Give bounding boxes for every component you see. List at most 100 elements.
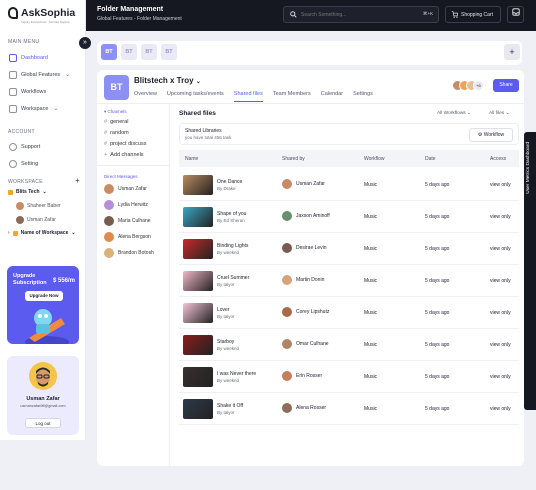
- search-box[interactable]: ⌘+K: [283, 6, 439, 23]
- song-title: One Dance: [217, 179, 243, 185]
- tab-settings[interactable]: Settings: [353, 91, 373, 102]
- app-name: AskSophia: [21, 7, 76, 19]
- channel-item[interactable]: # general: [104, 119, 128, 125]
- sidebar-item-workspace[interactable]: Workspace ⌄: [7, 102, 83, 115]
- tab-shared-files[interactable]: Shared files: [233, 91, 263, 102]
- workspace-member[interactable]: Shaheer Baber: [16, 202, 61, 210]
- shared-by-name: Jaxson Aminoff: [296, 213, 330, 219]
- sidebar-item-dashboard[interactable]: Dashboard: [7, 51, 83, 64]
- avatar: [282, 403, 292, 413]
- logo[interactable]: AskSophia Inquiry Everywhere. Just like …: [8, 7, 76, 24]
- hash-icon: #: [104, 119, 108, 125]
- workspace-tab[interactable]: BT: [121, 44, 137, 60]
- table-row[interactable]: Cruel Summer By talyor Martin Donin Music 5 …: [179, 265, 519, 297]
- rocket-illustration-icon: [25, 309, 69, 344]
- account-label: ACCOUNT: [8, 129, 35, 135]
- column-header[interactable]: Name: [185, 156, 198, 162]
- project-panel: BT Blitstech x Troy ⌄ Overview Upcoming …: [97, 70, 524, 466]
- song-title: Binding Lights: [217, 243, 249, 249]
- dm-name: Lydia Herwitz: [118, 202, 148, 208]
- project-tabs: Overview Upcoming tasks/events Shared fi…: [134, 91, 383, 102]
- workspace-tab[interactable]: BT: [161, 44, 177, 60]
- add-channels-button[interactable]: + Add channels: [104, 152, 144, 158]
- collapse-sidebar-button[interactable]: »: [79, 37, 91, 49]
- workflow-cell: Music: [364, 374, 378, 380]
- shopping-cart-button[interactable]: Shopping Cart: [445, 6, 501, 23]
- workflow-filter-select[interactable]: All Workflows ⌄: [437, 111, 471, 116]
- avatar: [104, 216, 114, 226]
- dm-item[interactable]: Lydia Herwitz: [104, 200, 148, 210]
- channel-item[interactable]: # random: [104, 130, 129, 136]
- table-row[interactable]: Binding Lights By weeknd Desirae Levin Musi…: [179, 233, 519, 265]
- date-cell: 5 days ago: [425, 374, 450, 380]
- avatar: [282, 371, 292, 381]
- sidebar-item-workflows[interactable]: Workflows: [7, 85, 83, 98]
- files-filter-select[interactable]: All files ⌄: [489, 111, 510, 116]
- add-tab-button[interactable]: +: [504, 44, 520, 60]
- dm-item[interactable]: Brandon Botosh: [104, 248, 154, 258]
- table-row[interactable]: Shake it Off By talyor Alena Rosser Music 5 …: [179, 393, 519, 425]
- home-icon: [9, 53, 17, 62]
- right-tab-label: User Metrics Dashboard: [526, 142, 531, 194]
- date-cell: 5 days ago: [425, 406, 450, 412]
- workflow-cell: Music: [364, 310, 378, 316]
- more-members-badge: +6: [473, 80, 484, 91]
- column-header[interactable]: Access: [490, 156, 506, 162]
- app-frame: AskSophia Inquiry Everywhere. Just like …: [0, 0, 536, 490]
- dm-item[interactable]: Alena Bergson: [104, 232, 151, 242]
- workspace-color-icon: [8, 189, 13, 195]
- tab-upcoming-tasks[interactable]: Upcoming tasks/events: [167, 91, 224, 102]
- add-workspace-icon[interactable]: +: [75, 176, 80, 185]
- flow-icon: [9, 87, 17, 96]
- table-row[interactable]: I was Never there By weeknd Erin Rosser Mus…: [179, 361, 519, 393]
- sidebar-item-setting[interactable]: Setting: [7, 157, 83, 170]
- column-header[interactable]: Date: [425, 156, 436, 162]
- member-name: Usman Zafar: [27, 217, 56, 223]
- hash-icon: #: [104, 141, 108, 147]
- avatar: [104, 232, 114, 242]
- gear-icon: [9, 159, 17, 168]
- song-artist: By weeknd: [217, 250, 240, 255]
- avatar: [104, 184, 114, 194]
- workspace-blits-tech[interactable]: Blits Tech ⌄: [8, 189, 47, 195]
- date-cell: 5 days ago: [425, 214, 450, 220]
- shared-libraries-box: Shared Libraries you have total 456 task…: [179, 123, 519, 145]
- song-artist: By weeknd: [217, 378, 240, 383]
- workspace-member[interactable]: Usman Zafar: [16, 216, 56, 224]
- tab-team-members[interactable]: Team Members: [273, 91, 311, 102]
- column-header[interactable]: Workflow: [364, 156, 384, 162]
- dm-item[interactable]: Usman Zafar: [104, 184, 147, 194]
- sidebar-item-support[interactable]: Support: [7, 140, 83, 153]
- table-header: Name Shared by Workflow Date Access: [179, 150, 519, 167]
- project-title[interactable]: Blitstech x Troy ⌄: [134, 76, 201, 85]
- sidebar-item-global-features[interactable]: Global Features ⌄: [7, 68, 83, 81]
- workflow-button[interactable]: ⚙ Workflow: [469, 128, 513, 142]
- workspace-label: Blits Tech: [16, 189, 40, 195]
- files-filter-value: All files: [489, 111, 505, 116]
- column-header[interactable]: Shared by: [282, 156, 305, 162]
- user-metrics-dashboard-tab[interactable]: User Metrics Dashboard: [524, 132, 536, 410]
- notifications-button[interactable]: [507, 6, 524, 23]
- table-row[interactable]: Shape of you By Ed Sheran Jaxson Aminoff Mu…: [179, 201, 519, 233]
- channels-header[interactable]: ▾ Channels: [104, 109, 127, 115]
- upgrade-now-button[interactable]: Upgrade Now: [25, 291, 63, 301]
- channel-item[interactable]: # project discuss: [104, 141, 146, 147]
- workspace-tab[interactable]: BT: [141, 44, 157, 60]
- top-header: Folder Management Global Features - Fold…: [86, 0, 536, 31]
- member-avatars[interactable]: +6: [452, 80, 484, 91]
- table-row[interactable]: Lover By talyor Corey Lipshutz Music 5 days …: [179, 297, 519, 329]
- tab-overview[interactable]: Overview: [134, 91, 157, 102]
- search-input[interactable]: [301, 11, 411, 18]
- workflow-filter-value: All Workflows: [437, 111, 466, 116]
- workspace-tab[interactable]: BT: [101, 44, 117, 60]
- song-artist: By weeknd: [217, 346, 240, 351]
- dm-item[interactable]: Maria Culhane: [104, 216, 151, 226]
- table-row[interactable]: One Dance By Drake Usman Zafar Music 5 days …: [179, 169, 519, 201]
- workspace-name-of-workspace[interactable]: › Name of Workspace ⌄: [8, 230, 76, 236]
- table-row[interactable]: Starboy By weeknd Omar Culhane Music 5 days …: [179, 329, 519, 361]
- plus-icon: +: [104, 152, 108, 158]
- user-avatar[interactable]: [29, 362, 57, 390]
- tab-calendar[interactable]: Calendar: [321, 91, 343, 102]
- share-button[interactable]: Share: [493, 79, 519, 92]
- logout-button[interactable]: Log out: [25, 418, 61, 428]
